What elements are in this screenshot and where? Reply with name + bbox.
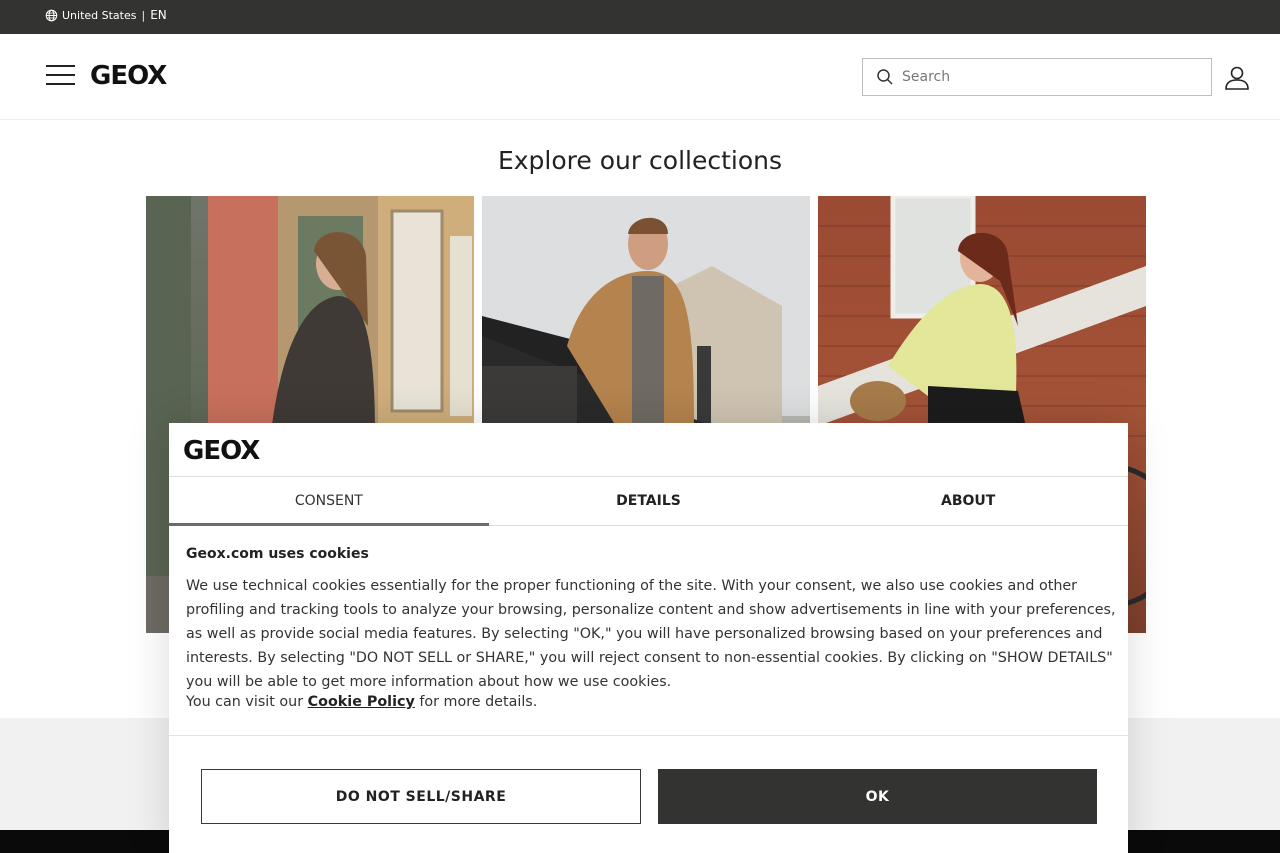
do-not-sell-share-button[interactable]: DO NOT SELL/SHARE — [201, 769, 641, 824]
globe-icon — [45, 9, 58, 21]
top-utility-bar: United States | EN — [0, 0, 1280, 34]
visit-suffix: for more details. — [419, 694, 538, 710]
country-label[interactable]: United States — [62, 9, 137, 22]
tab-details[interactable]: DETAILS — [489, 477, 809, 525]
locale-separator: | — [141, 8, 146, 22]
menu-hamburger-icon[interactable] — [46, 65, 75, 85]
search-input[interactable] — [902, 69, 1202, 85]
ok-button[interactable]: OK — [658, 769, 1097, 824]
geox-modal-logo: GEOX — [183, 437, 261, 463]
geox-logo[interactable]: GEOX — [90, 62, 202, 88]
language-label[interactable]: EN — [150, 8, 167, 22]
modal-divider — [169, 735, 1128, 736]
visit-prefix: You can visit our — [186, 694, 304, 710]
cookie-title: Geox.com uses cookies — [186, 546, 369, 562]
user-account-icon[interactable] — [1224, 65, 1250, 91]
locale-selector[interactable]: United States | EN — [45, 8, 167, 22]
explore-collections-title: Explore our collections — [497, 146, 783, 175]
svg-text:GEOX: GEOX — [90, 62, 167, 88]
search-icon — [877, 69, 893, 85]
site-header: GEOX — [0, 34, 1280, 120]
svg-text:GEOX: GEOX — [183, 437, 260, 463]
search-box[interactable] — [862, 58, 1212, 96]
tab-consent[interactable]: CONSENT — [169, 477, 489, 526]
cookie-consent-dialog: GEOX CONSENT DETAILS ABOUT Geox.com uses… — [169, 423, 1128, 853]
cookie-description: We use technical cookies essentially for… — [186, 578, 1116, 690]
consent-tabs: CONSENT DETAILS ABOUT — [169, 476, 1128, 526]
cookie-policy-line: You can visit our Cookie Policy for more… — [186, 694, 537, 710]
cookie-policy-link[interactable]: Cookie Policy — [308, 694, 415, 710]
tab-about[interactable]: ABOUT — [808, 477, 1128, 525]
